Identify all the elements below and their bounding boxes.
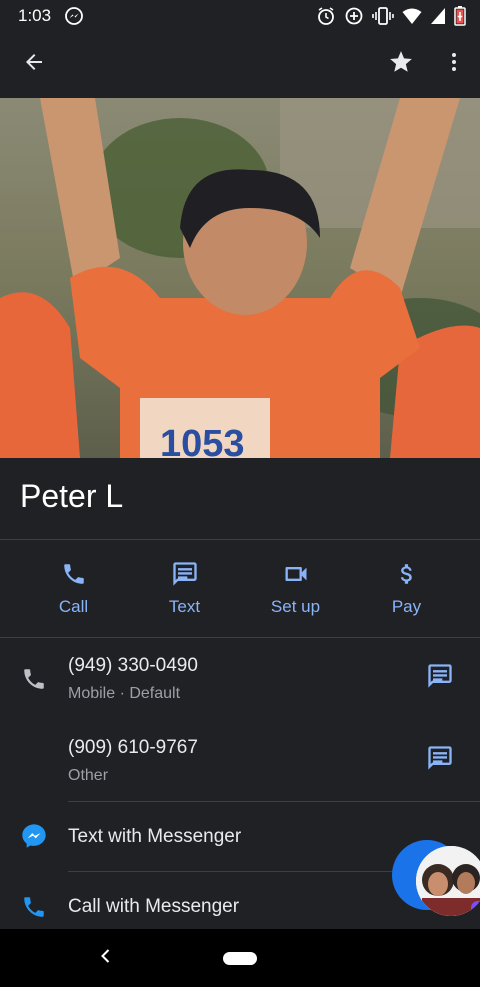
text-action-button[interactable]: Text [129,548,240,636]
favorite-button[interactable] [383,46,419,82]
message-phone-2-button[interactable] [424,744,456,776]
phone-type: Mobile · Default [68,685,181,702]
phone-number[interactable]: (909) 610-9767 [68,737,198,759]
call-action-button[interactable]: Call [18,548,129,636]
nav-back-button[interactable] [94,946,118,970]
wifi-icon [402,7,422,25]
nav-home-button[interactable] [223,952,257,965]
divider [0,539,480,540]
message-icon [426,662,454,695]
divider [68,801,480,802]
phone-type: Other [68,767,109,784]
alarm-icon [316,6,336,26]
phone-number[interactable]: (949) 330-0490 [68,655,198,677]
contact-name: Peter L [20,478,124,514]
messenger-icon [20,822,48,850]
avatar [416,846,480,916]
chevron-left-icon [98,948,114,969]
signal-icon [430,7,446,25]
battery-icon [454,6,466,26]
more-vert-icon [442,50,466,79]
phone-icon [20,665,48,693]
star-icon [388,49,414,80]
pay-action-button[interactable]: Pay [351,548,462,636]
pay-label: Pay [391,597,422,616]
action-row: Call Text Set up Pay [0,548,480,636]
messenger-icon [64,6,84,26]
navigation-bar [0,929,480,987]
status-icons [316,5,466,27]
app-bar [0,32,480,98]
video-setup-action-button[interactable]: Set up [240,548,351,636]
svg-text:1053: 1053 [160,423,245,458]
back-button[interactable] [16,46,52,82]
divider [0,637,480,638]
videocam-icon [282,560,310,588]
arrow-back-icon [22,50,46,79]
message-icon [171,560,199,588]
set-up-label: Set up [270,597,321,616]
phone-icon [60,560,88,588]
contact-photo: 1053 [0,98,480,458]
call-label: Call [58,597,89,616]
phone-icon [20,893,48,921]
status-bar: 1:03 [0,0,480,32]
more-options-button[interactable] [436,46,472,82]
message-icon [426,744,454,777]
call-with-messenger[interactable]: Call with Messenger [68,896,239,918]
vibrate-icon [372,6,394,26]
status-time: 1:03 [18,6,52,25]
messenger-chat-head[interactable] [392,840,480,920]
text-with-messenger[interactable]: Text with Messenger [68,826,241,848]
text-label: Text [168,597,201,616]
message-phone-1-button[interactable] [424,662,456,694]
dollar-icon [393,560,421,588]
data-saver-icon [344,6,364,26]
